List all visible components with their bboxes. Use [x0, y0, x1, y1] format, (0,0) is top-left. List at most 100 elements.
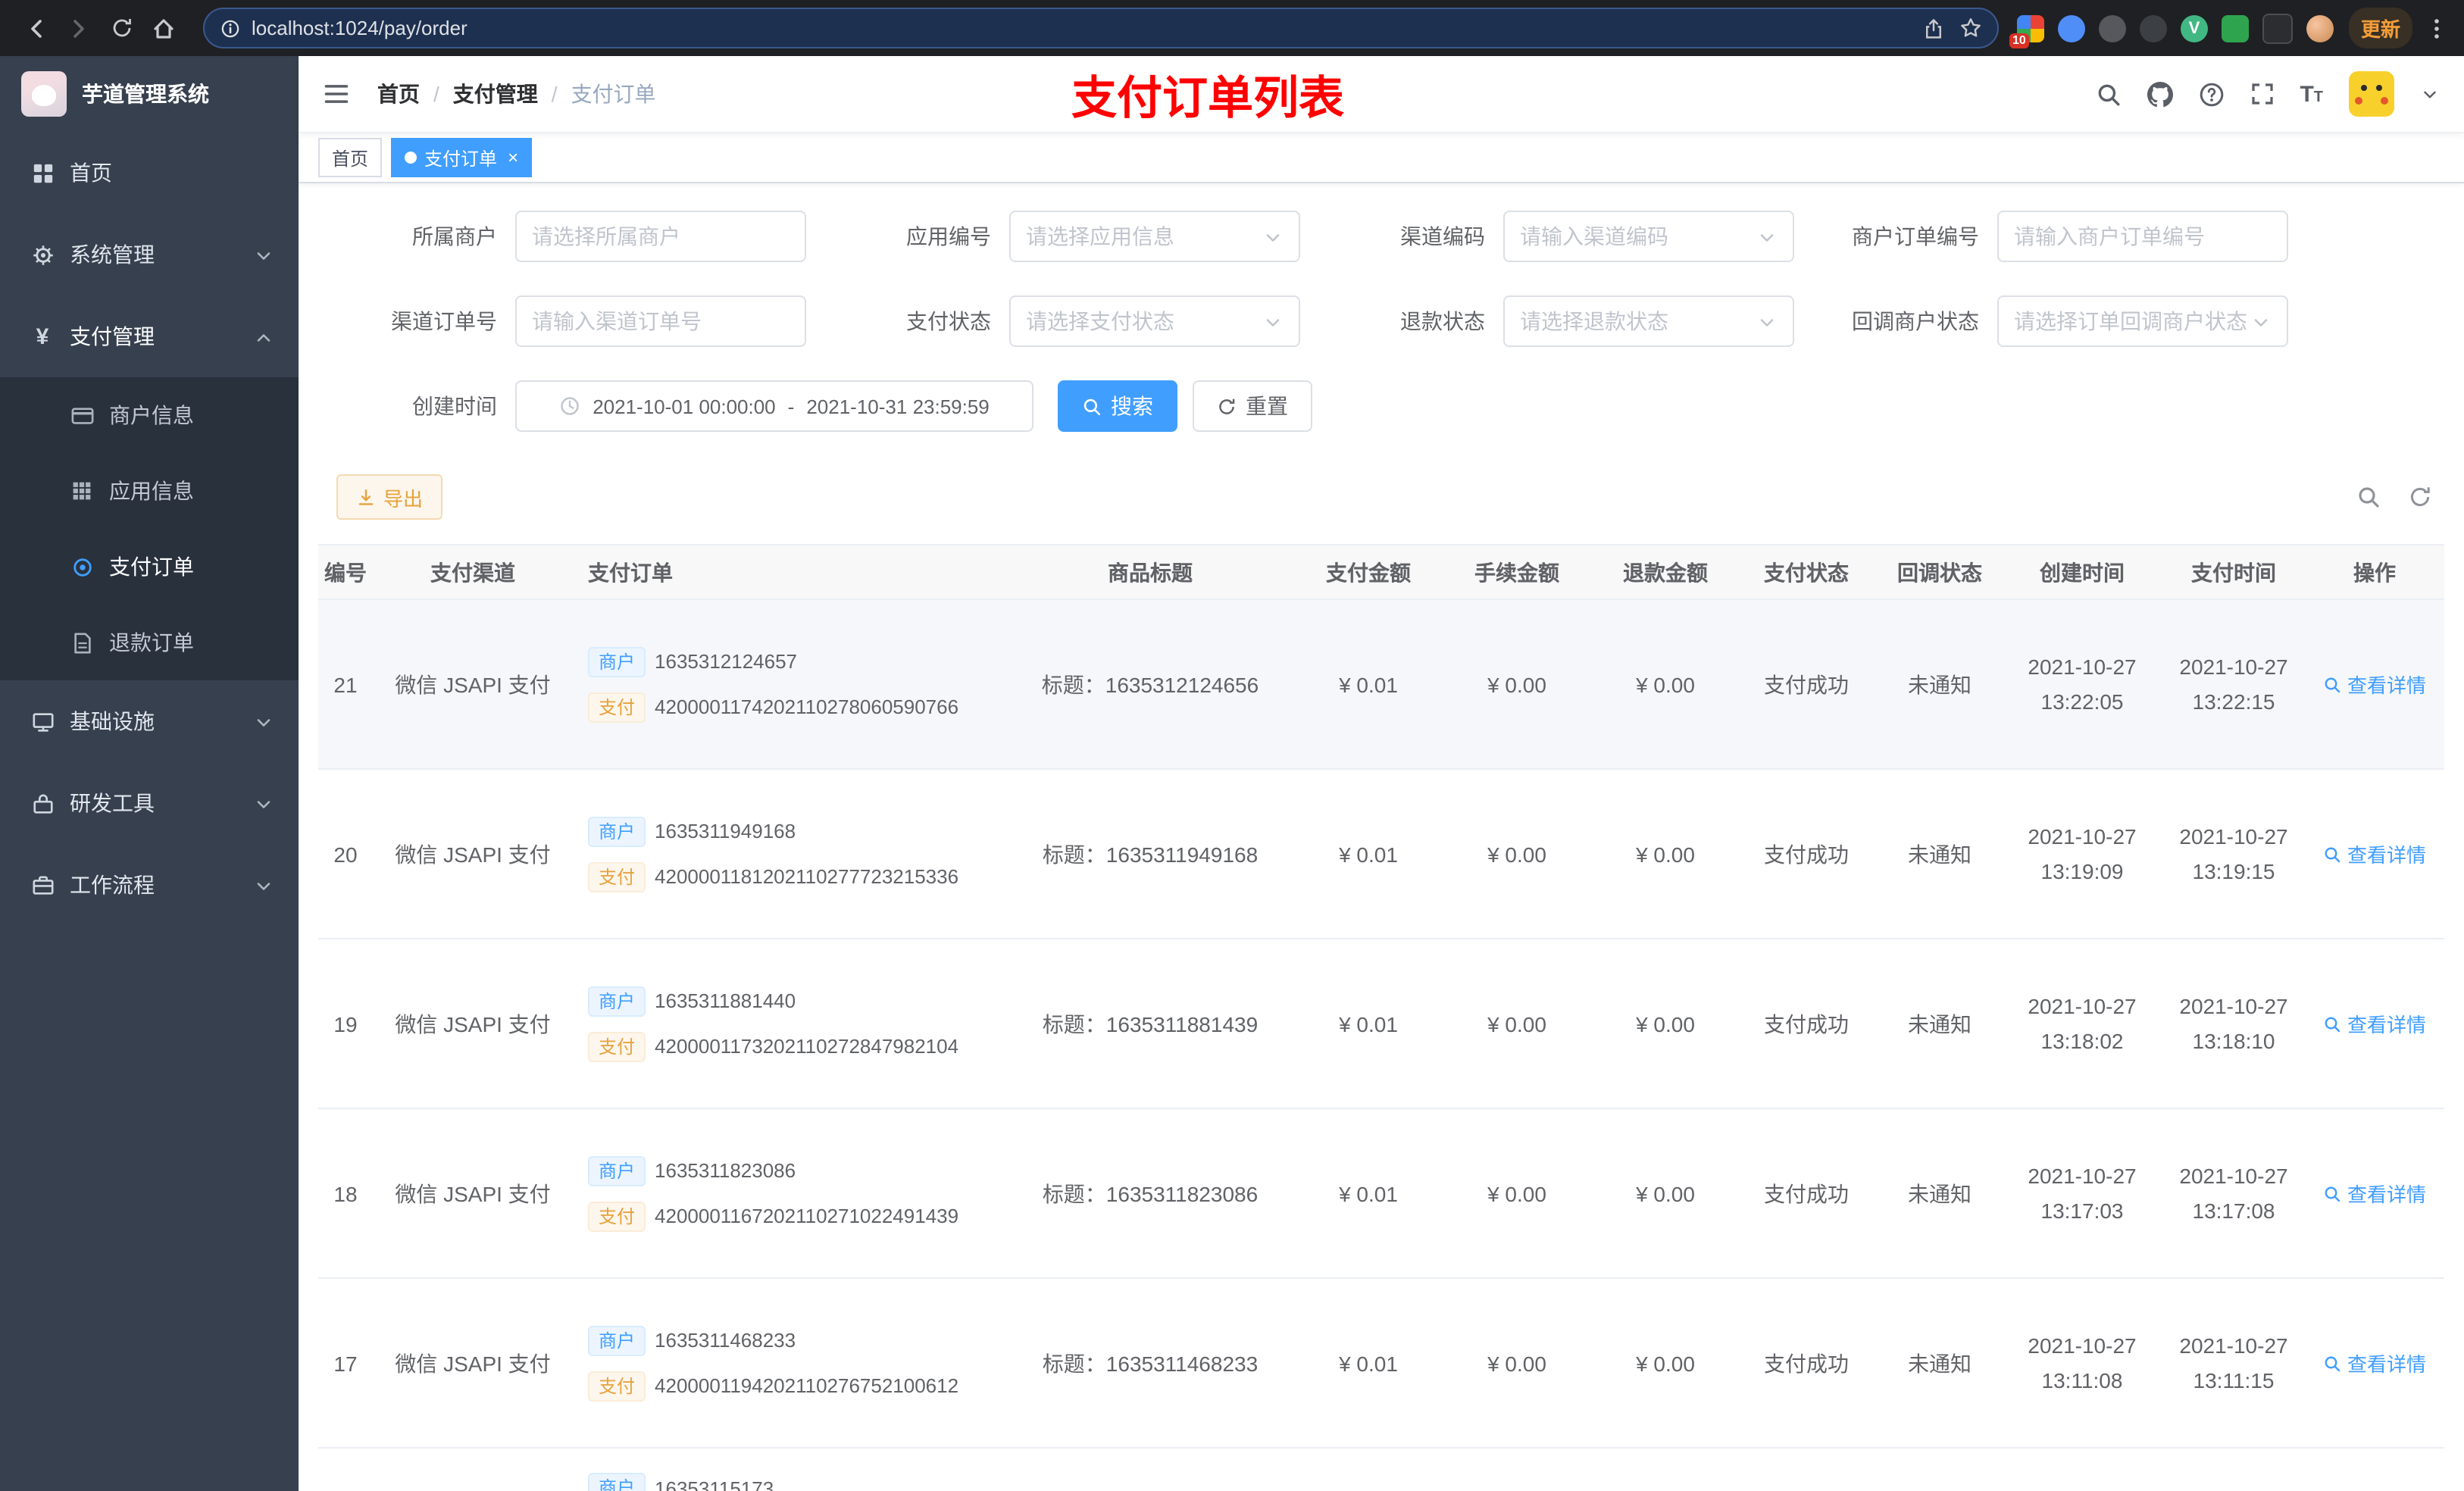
- pay-order-no: 4200001194202110276752100612: [655, 1374, 959, 1397]
- view-detail-link[interactable]: 查看详情: [2323, 1009, 2426, 1038]
- gear-icon: [30, 242, 55, 267]
- share-icon[interactable]: [1923, 17, 1944, 39]
- extension-icon[interactable]: [2221, 14, 2249, 42]
- cell-status: 支付成功: [1764, 1011, 1849, 1036]
- cell-amount: ¥ 0.01: [1339, 1181, 1398, 1205]
- col-order: 支付订单: [588, 560, 673, 584]
- cell-channel: 微信 JSAPI 支付: [395, 842, 551, 866]
- sidebar-item-dev-tools[interactable]: 研发工具: [0, 762, 299, 844]
- browser-forward-icon[interactable]: [58, 7, 100, 49]
- merchant-tag: 商户: [588, 986, 646, 1016]
- merchant-order-no: 1635311468233: [655, 1329, 796, 1352]
- toggle-search-icon[interactable]: [2356, 485, 2381, 509]
- view-detail-link[interactable]: 查看详情: [2323, 1349, 2426, 1377]
- bookmark-star-icon[interactable]: [1959, 17, 1982, 39]
- browser-home-icon[interactable]: [142, 7, 185, 49]
- refresh-table-icon[interactable]: [2408, 485, 2432, 509]
- merchant-select[interactable]: [515, 211, 806, 262]
- view-detail-link[interactable]: 查看详情: [2323, 839, 2426, 868]
- browser-update-button[interactable]: 更新: [2348, 8, 2412, 48]
- vue-devtools-icon[interactable]: V: [2180, 14, 2208, 42]
- avatar-dropdown-icon[interactable]: [2420, 84, 2440, 104]
- sidebar-toggle-icon[interactable]: [323, 80, 350, 108]
- sidebar-item-pay-order[interactable]: 支付订单: [0, 529, 299, 605]
- cell-order: 商户 1635311823086 支付 42000011672021102710…: [573, 1155, 1006, 1231]
- search-button[interactable]: 搜索: [1058, 380, 1177, 432]
- pay-status-select[interactable]: 请选择支付状态: [1009, 295, 1300, 347]
- browser-refresh-icon[interactable]: [100, 7, 142, 49]
- table-header: 编号 支付渠道 支付订单 商品标题 支付金额 手续金额 退款金额 支付状态 回调…: [318, 544, 2444, 600]
- refund-status-select[interactable]: 请选择退款状态: [1503, 295, 1794, 347]
- fullscreen-icon[interactable]: [2250, 82, 2274, 106]
- chevron-down-icon: [1262, 224, 1284, 249]
- view-detail-link[interactable]: 查看详情: [2323, 1179, 2426, 1208]
- pay-tag: 支付: [588, 1371, 646, 1401]
- search-icon[interactable]: [2095, 81, 2121, 107]
- breadcrumb-payment[interactable]: 支付管理: [453, 79, 538, 109]
- callback-status-select[interactable]: 请选择订单回调商户状态: [1997, 295, 2288, 347]
- col-status: 支付状态: [1764, 560, 1849, 584]
- merchant-order-no-input[interactable]: [1997, 211, 2288, 262]
- export-button[interactable]: 导出: [336, 474, 443, 520]
- sidebar-item-app-info[interactable]: 应用信息: [0, 453, 299, 529]
- merchant-tag: 商户: [588, 1473, 646, 1491]
- sidebar-item-workflow[interactable]: 工作流程: [0, 844, 299, 926]
- top-navbar: 首页 / 支付管理 / 支付订单 支付订单列表 TT: [299, 56, 2464, 133]
- active-dot: [405, 152, 417, 164]
- cell-pay-time: 2021-10-27 13:17:08: [2179, 1163, 2288, 1222]
- table-body: 21 微信 JSAPI 支付 商户 1635312124657 支付 42000…: [318, 600, 2444, 1449]
- cell-pay-time: 2021-10-27 13:19:15: [2179, 824, 2288, 883]
- pay-tag: 支付: [588, 861, 646, 892]
- sidebar-item-payment[interactable]: ¥ 支付管理: [0, 295, 299, 377]
- url-bar[interactable]: localhost:1024/pay/order: [203, 8, 1999, 48]
- browser-back-icon[interactable]: [15, 7, 58, 49]
- tab-home[interactable]: 首页: [318, 138, 383, 177]
- cell-title: 标题：1635311949168: [1042, 842, 1259, 866]
- create-time-range-picker[interactable]: 2021-10-01 00:00:00 - 2021-10-31 23:59:5…: [515, 380, 1033, 432]
- tab-pay-order[interactable]: 支付订单 ×: [391, 138, 533, 177]
- close-icon[interactable]: ×: [508, 148, 518, 167]
- app-id-select[interactable]: 请选择应用信息: [1009, 211, 1300, 262]
- font-size-icon[interactable]: TT: [2300, 83, 2323, 105]
- screen: localhost:1024/pay/order 10 V 更新 芋道管理系统: [0, 0, 2464, 1491]
- sidebar-item-merchant-info[interactable]: 商户信息: [0, 377, 299, 453]
- help-icon[interactable]: [2198, 81, 2224, 107]
- cell-id: 18: [333, 1181, 358, 1205]
- site-info-icon[interactable]: [220, 17, 241, 39]
- pay-order-no: 4200001167202110271022491439: [655, 1205, 959, 1227]
- chevron-down-icon: [1262, 309, 1284, 334]
- sidebar-item-refund-order[interactable]: 退款订单: [0, 605, 299, 680]
- cell-fee: ¥ 0.00: [1487, 1011, 1546, 1036]
- browser-profile-avatar[interactable]: [2306, 14, 2334, 42]
- channel-code-select[interactable]: 请输入渠道编码: [1503, 211, 1794, 262]
- extension-icon[interactable]: [2057, 14, 2085, 42]
- cell-actions: 查看详情: [2309, 1179, 2440, 1208]
- browser-menu-icon[interactable]: [2425, 16, 2449, 40]
- cell-fee: ¥ 0.00: [1487, 842, 1546, 866]
- extension-icon[interactable]: [2098, 14, 2126, 42]
- cell-channel: 微信 JSAPI 支付: [395, 1011, 551, 1036]
- cell-refund: ¥ 0.00: [1636, 1011, 1695, 1036]
- github-icon[interactable]: [2147, 81, 2172, 107]
- view-detail-link[interactable]: 查看详情: [2323, 670, 2426, 699]
- yen-icon: ¥: [36, 324, 49, 349]
- sidebar-item-infra[interactable]: 基础设施: [0, 680, 299, 762]
- extension-icon[interactable]: [2139, 14, 2167, 42]
- sidebar-item-system[interactable]: 系统管理: [0, 214, 299, 295]
- breadcrumb-home[interactable]: 首页: [377, 79, 420, 109]
- user-avatar[interactable]: [2349, 71, 2394, 117]
- reset-button[interactable]: 重置: [1193, 380, 1312, 432]
- chevron-up-icon: [253, 324, 274, 349]
- col-notify: 回调状态: [1897, 560, 1982, 584]
- filter-row-3: 创建时间 2021-10-01 00:00:00 - 2021-10-31 23…: [318, 380, 2444, 432]
- extension-icon[interactable]: 10: [2009, 14, 2044, 48]
- cell-id: 21: [333, 672, 358, 696]
- cell-actions: 查看详情: [2309, 1349, 2440, 1377]
- extensions-pin-icon[interactable]: [2262, 13, 2293, 43]
- sidebar-item-home[interactable]: 首页: [0, 132, 299, 214]
- cell-pay-time: 2021-10-27 13:22:15: [2179, 654, 2288, 713]
- channel-order-no-input[interactable]: [515, 295, 806, 347]
- chevron-down-icon: [253, 709, 274, 734]
- cell-title: 标题：1635311823086: [1042, 1181, 1259, 1205]
- pay-tag: 支付: [588, 1031, 646, 1061]
